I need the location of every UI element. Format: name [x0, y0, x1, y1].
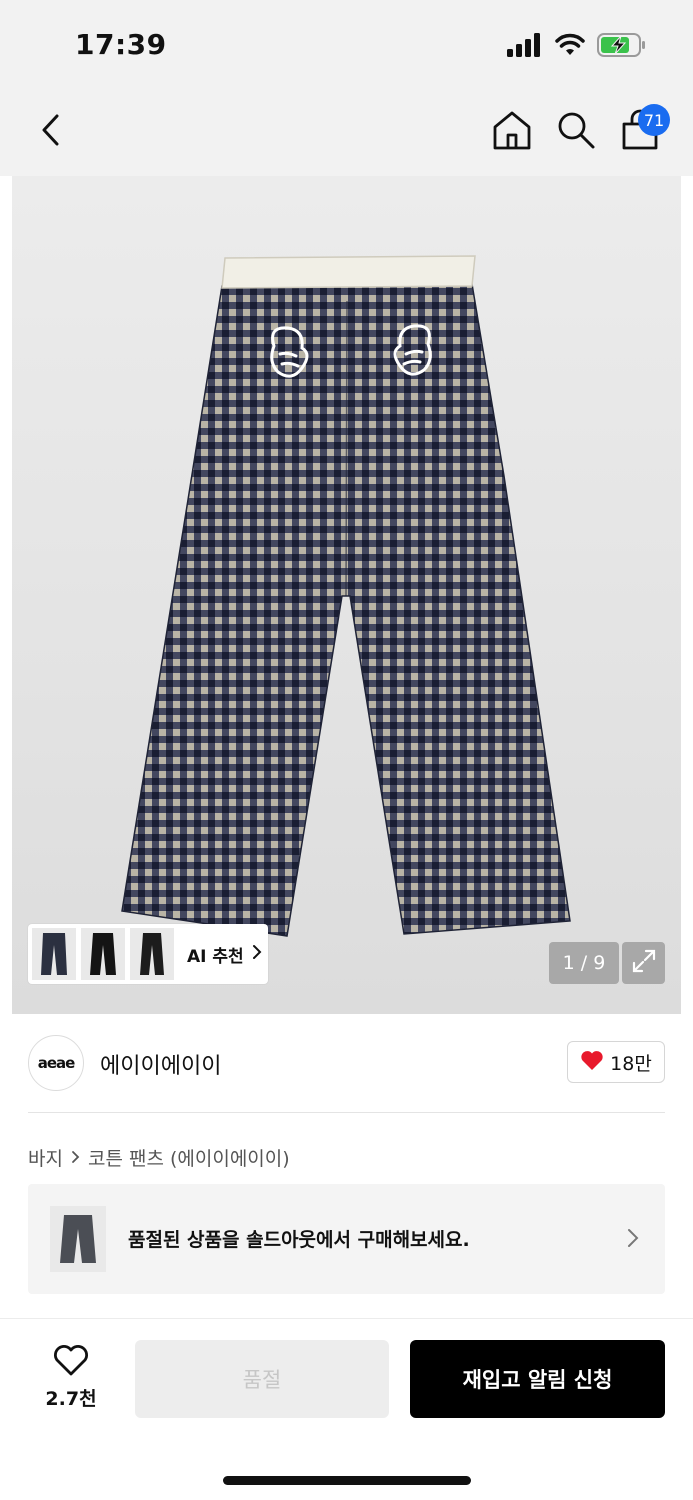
- divider: [28, 1112, 665, 1113]
- wifi-icon: [555, 33, 585, 61]
- ai-recommend-thumb: [32, 928, 76, 980]
- brand-row: aeae 에이이에이이 18만: [28, 1032, 665, 1094]
- product-image-gallery[interactable]: [12, 176, 681, 1014]
- status-bar: 17:39: [0, 0, 693, 92]
- heart-filled-icon: [580, 1049, 604, 1076]
- soldout-banner[interactable]: 품절된 상품을 솔드아웃에서 구매해보세요.: [28, 1184, 665, 1294]
- ai-recommend-thumb: [130, 928, 174, 980]
- battery-charging-icon: [597, 33, 647, 61]
- ai-recommend-thumb: [81, 928, 125, 980]
- wishlist-count: 2.7천: [45, 1388, 97, 1410]
- brand-like-button[interactable]: 18만: [567, 1041, 665, 1083]
- home-icon: [490, 111, 534, 156]
- product-image: [121, 255, 571, 937]
- cart-icon: [618, 109, 662, 156]
- home-button[interactable]: [490, 108, 534, 152]
- cart-count-badge: 71: [638, 104, 670, 136]
- back-button[interactable]: [30, 110, 70, 154]
- home-indicator: [223, 1476, 471, 1485]
- brand-like-count: 18만: [610, 1052, 652, 1075]
- wishlist-button[interactable]: 2.7천: [36, 1344, 106, 1416]
- expand-image-button[interactable]: [622, 942, 665, 984]
- image-page-indicator: 1 / 9: [549, 942, 619, 984]
- breadcrumb: 바지 코튼 팬츠 (에이이에이이): [28, 1144, 290, 1171]
- brand-name[interactable]: 에이이에이이: [100, 1048, 221, 1080]
- breadcrumb-category[interactable]: 바지: [28, 1144, 63, 1171]
- expand-icon: [631, 948, 657, 978]
- breadcrumb-product[interactable]: 코튼 팬츠 (에이이에이이): [88, 1144, 290, 1171]
- search-icon: [554, 112, 598, 156]
- back-icon: [39, 113, 61, 151]
- chevron-right-icon: [627, 1228, 639, 1252]
- signal-icon: [507, 33, 543, 61]
- status-time: 17:39: [75, 28, 167, 61]
- restock-alert-button[interactable]: 재입고 알림 신청: [410, 1340, 665, 1418]
- brand-logo[interactable]: aeae: [28, 1035, 84, 1091]
- chevron-right-icon: [71, 1147, 80, 1169]
- search-button[interactable]: [554, 108, 598, 152]
- ai-recommend-label: AI 추천: [187, 946, 244, 967]
- top-nav-bar: [0, 92, 693, 176]
- chevron-right-icon: [252, 944, 262, 964]
- status-icons: [507, 30, 647, 64]
- soldout-banner-text: 품절된 상품을 솔드아웃에서 구매해보세요.: [128, 1229, 470, 1251]
- heart-outline-icon: [53, 1344, 89, 1380]
- soldout-thumb: [50, 1206, 106, 1272]
- ai-recommend-button[interactable]: AI 추천: [28, 924, 268, 984]
- soldout-button: 품절: [135, 1340, 389, 1418]
- bottom-bar-divider: [0, 1318, 693, 1319]
